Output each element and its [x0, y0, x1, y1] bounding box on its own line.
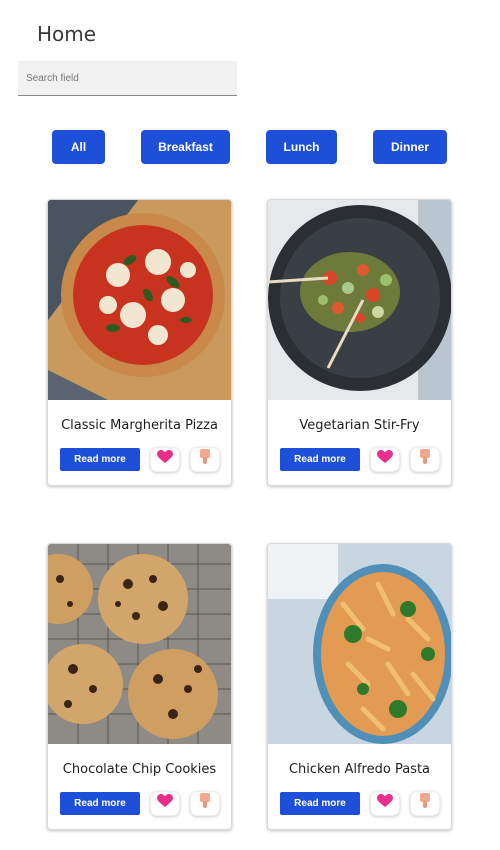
recipe-image-pasta	[268, 544, 451, 744]
read-more-button[interactable]: Read more	[60, 448, 140, 471]
recipe-card-margherita-pizza[interactable]: Classic Margherita Pizza Read more	[47, 199, 232, 486]
filter-lunch-button[interactable]: Lunch	[266, 130, 337, 164]
recipe-title: Vegetarian Stir-Fry	[299, 418, 420, 433]
dislike-button[interactable]	[190, 447, 220, 472]
filter-dinner-button[interactable]: Dinner	[373, 130, 447, 164]
thumbs-down-icon	[419, 793, 431, 814]
heart-icon	[157, 794, 173, 813]
page-title: Home	[37, 22, 97, 46]
heart-icon	[157, 450, 173, 469]
search-field[interactable]	[18, 61, 237, 96]
recipe-image-pizza	[48, 200, 231, 400]
recipe-card-vegetarian-stir-fry[interactable]: Vegetarian Stir-Fry Read more	[267, 199, 452, 486]
thumbs-down-icon	[199, 793, 211, 814]
read-more-button[interactable]: Read more	[280, 448, 360, 471]
read-more-button[interactable]: Read more	[280, 792, 360, 815]
recipe-card-chicken-alfredo-pasta[interactable]: Chicken Alfredo Pasta Read more	[267, 543, 452, 830]
dislike-button[interactable]	[410, 447, 440, 472]
thumbs-down-icon	[419, 449, 431, 470]
recipe-title: Chocolate Chip Cookies	[62, 762, 217, 777]
dislike-button[interactable]	[190, 791, 220, 816]
like-button[interactable]	[370, 791, 400, 816]
thumbs-down-icon	[199, 449, 211, 470]
like-button[interactable]	[150, 447, 180, 472]
heart-icon	[377, 450, 393, 469]
like-button[interactable]	[370, 447, 400, 472]
recipe-title: Chicken Alfredo Pasta	[288, 762, 431, 777]
recipe-image-cookies	[48, 544, 231, 744]
filter-all-button[interactable]: All	[52, 130, 105, 164]
filter-breakfast-button[interactable]: Breakfast	[141, 130, 230, 164]
dislike-button[interactable]	[410, 791, 440, 816]
recipe-title: Classic Margherita Pizza	[61, 418, 218, 433]
recipe-image-stir-fry	[268, 200, 451, 400]
like-button[interactable]	[150, 791, 180, 816]
search-input[interactable]	[18, 61, 237, 95]
read-more-button[interactable]: Read more	[60, 792, 140, 815]
heart-icon	[377, 794, 393, 813]
recipe-card-chocolate-chip-cookies[interactable]: Chocolate Chip Cookies Read more	[47, 543, 232, 830]
